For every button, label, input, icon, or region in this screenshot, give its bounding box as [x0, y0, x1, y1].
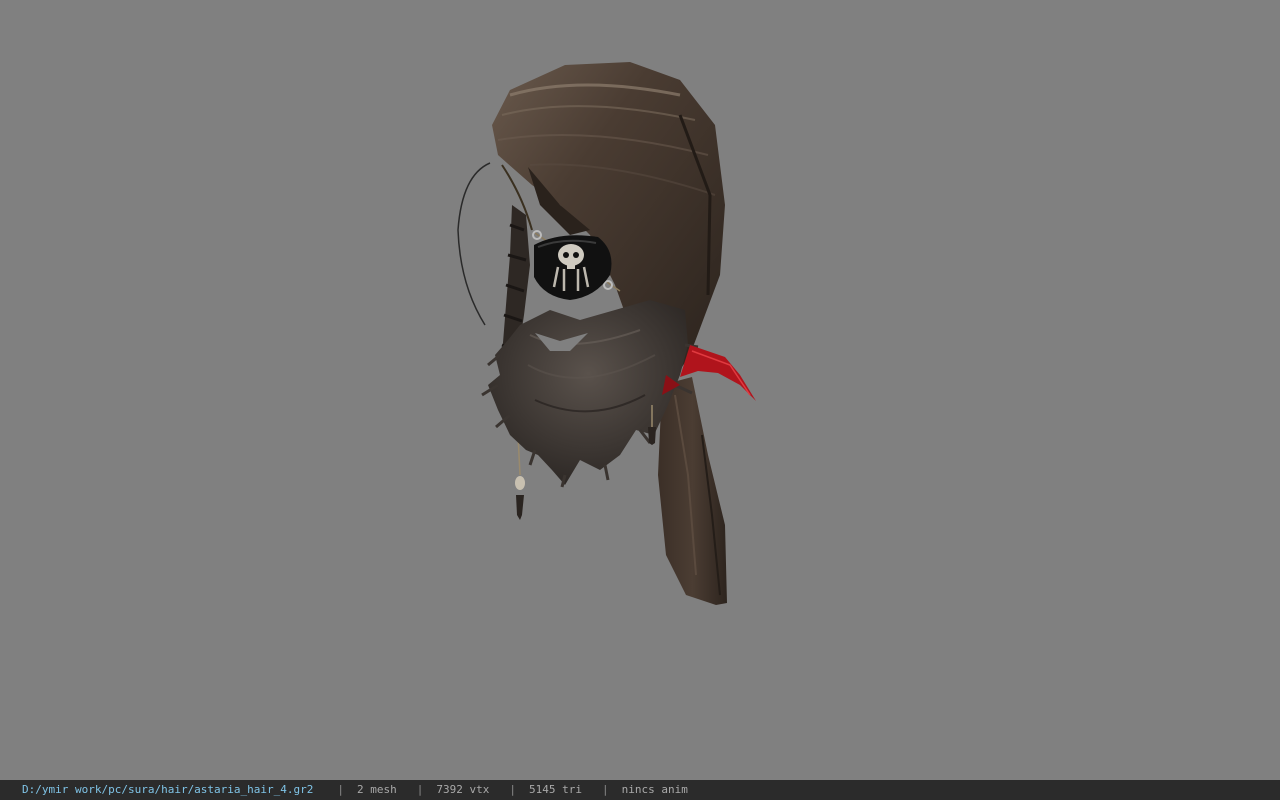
status-separator: | [337, 783, 345, 796]
ponytail [658, 377, 727, 605]
vertex-count-label: 7392 vtx [436, 783, 490, 796]
status-separator: | [509, 783, 517, 796]
animation-status-label: nincs anim [621, 783, 688, 796]
3d-viewport[interactable] [0, 0, 1280, 780]
status-separator: | [416, 783, 424, 796]
mesh-count-label: 2 mesh [357, 783, 397, 796]
file-path-label: D:/ymir work/pc/sura/hair/astaria_hair_4… [22, 783, 314, 796]
triangle-count-label: 5145 tri [529, 783, 582, 796]
status-bar: D:/ymir work/pc/sura/hair/astaria_hair_4… [0, 780, 1280, 800]
status-separator: | [602, 783, 609, 796]
hair-mesh-model[interactable] [440, 55, 770, 615]
